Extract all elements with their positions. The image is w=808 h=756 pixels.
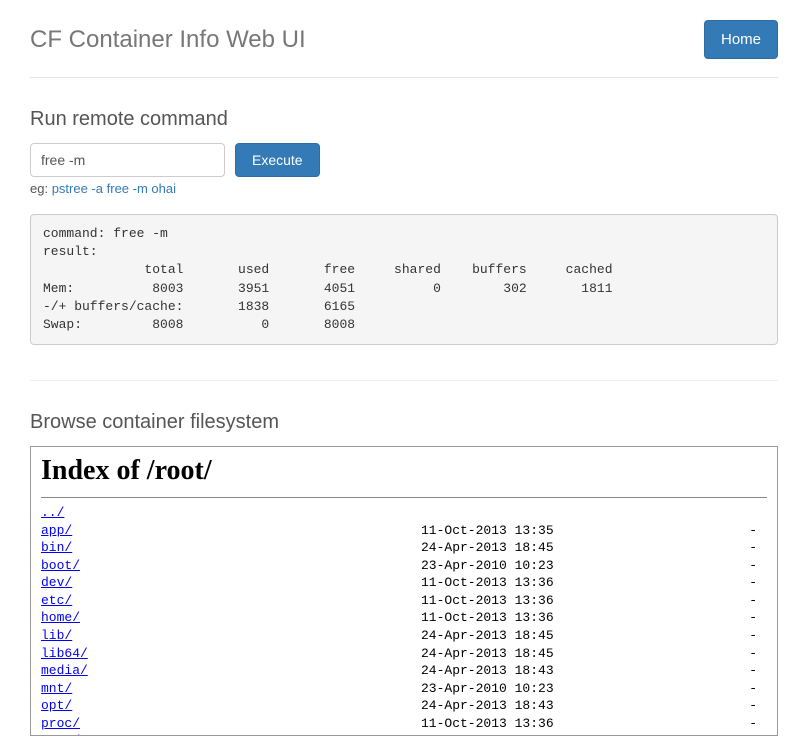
fs-entry-link[interactable]: lib64/ xyxy=(41,646,88,661)
fs-entry-link[interactable]: bin/ xyxy=(41,540,72,555)
fs-entry-size: - xyxy=(581,557,767,575)
fs-entry-link[interactable]: mnt/ xyxy=(41,681,72,696)
fs-entry-size: - xyxy=(581,732,767,736)
command-input[interactable] xyxy=(30,143,225,177)
page-header: CF Container Info Web UI Home xyxy=(30,20,778,78)
fs-row: boot/23-Apr-2010 10:23- xyxy=(41,557,767,575)
fs-entry-link[interactable]: root/ xyxy=(41,733,80,736)
fs-entry-date: 24-Apr-2013 18:45 xyxy=(421,645,581,663)
command-form: Execute xyxy=(30,143,778,177)
fs-entry-size: - xyxy=(581,627,767,645)
fs-entry-size: - xyxy=(581,539,767,557)
fs-entry-date: 23-Apr-2010 10:23 xyxy=(421,680,581,698)
fs-entry-link[interactable]: home/ xyxy=(41,610,80,625)
fs-entry-size: - xyxy=(581,662,767,680)
fs-entry-link[interactable]: ../ xyxy=(41,505,64,520)
fs-entry-size: - xyxy=(581,592,767,610)
run-command-heading: Run remote command xyxy=(30,108,778,131)
fs-row: ../ xyxy=(41,504,767,522)
command-result-box: command: free -m result: total used free… xyxy=(30,214,778,345)
fs-row: bin/24-Apr-2013 18:45- xyxy=(41,539,767,557)
index-title: Index of /root/ xyxy=(41,455,767,487)
fs-row: proc/11-Oct-2013 13:36- xyxy=(41,715,767,733)
fs-entry-link[interactable]: proc/ xyxy=(41,716,80,731)
filesystem-listing: ../app/11-Oct-2013 13:35-bin/24-Apr-2013… xyxy=(41,504,767,736)
fs-entry-link[interactable]: boot/ xyxy=(41,558,80,573)
fs-entry-date: 23-Apr-2010 10:23 xyxy=(421,557,581,575)
fs-row: lib/24-Apr-2013 18:45- xyxy=(41,627,767,645)
fs-row: etc/11-Oct-2013 13:36- xyxy=(41,592,767,610)
fs-row: lib64/24-Apr-2013 18:45- xyxy=(41,645,767,663)
fs-entry-date: 24-Apr-2013 18:44 xyxy=(421,732,581,736)
fs-entry-date: 11-Oct-2013 13:36 xyxy=(421,715,581,733)
fs-entry-date xyxy=(421,504,581,522)
fs-entry-link[interactable]: app/ xyxy=(41,523,72,538)
fs-entry-date: 11-Oct-2013 13:35 xyxy=(421,522,581,540)
fs-entry-date: 11-Oct-2013 13:36 xyxy=(421,592,581,610)
command-result-output: command: free -m result: total used free… xyxy=(43,225,765,334)
example-text: eg: pstree -a free -m ohai xyxy=(30,181,778,196)
execute-button[interactable]: Execute xyxy=(235,143,320,177)
example-link-ohai[interactable]: ohai xyxy=(151,181,176,196)
fs-row: root/24-Apr-2013 18:44- xyxy=(41,732,767,736)
fs-entry-size xyxy=(581,504,767,522)
fs-entry-date: 24-Apr-2013 18:43 xyxy=(421,662,581,680)
fs-row: app/11-Oct-2013 13:35- xyxy=(41,522,767,540)
fs-row: opt/24-Apr-2013 18:43- xyxy=(41,697,767,715)
filesystem-panel: Index of /root/ ../ app/11-Oct-2013 13:35… xyxy=(30,446,778,736)
browse-fs-heading: Browse container filesystem xyxy=(30,411,778,434)
fs-entry-date: 11-Oct-2013 13:36 xyxy=(421,609,581,627)
fs-entry-size: - xyxy=(581,522,767,540)
section-divider xyxy=(30,380,778,381)
brand-title: CF Container Info Web UI xyxy=(30,26,306,54)
fs-entry-size: - xyxy=(581,697,767,715)
fs-entry-size: - xyxy=(581,715,767,733)
fs-entry-link[interactable]: etc/ xyxy=(41,593,72,608)
example-prefix: eg: xyxy=(30,181,52,196)
fs-entry-link[interactable]: opt/ xyxy=(41,698,72,713)
fs-entry-link[interactable]: lib/ xyxy=(41,628,72,643)
fs-row: mnt/23-Apr-2010 10:23- xyxy=(41,680,767,698)
fs-entry-size: - xyxy=(581,645,767,663)
fs-row: home/11-Oct-2013 13:36- xyxy=(41,609,767,627)
fs-entry-date: 24-Apr-2013 18:45 xyxy=(421,627,581,645)
fs-row: media/24-Apr-2013 18:43- xyxy=(41,662,767,680)
fs-entry-size: - xyxy=(581,609,767,627)
fs-entry-size: - xyxy=(581,680,767,698)
index-divider xyxy=(41,497,767,498)
fs-entry-link[interactable]: media/ xyxy=(41,663,88,678)
fs-row: dev/11-Oct-2013 13:36- xyxy=(41,574,767,592)
fs-entry-link[interactable]: dev/ xyxy=(41,575,72,590)
fs-entry-date: 24-Apr-2013 18:43 xyxy=(421,697,581,715)
home-button[interactable]: Home xyxy=(704,20,778,59)
fs-entry-date: 24-Apr-2013 18:45 xyxy=(421,539,581,557)
example-link-pstree[interactable]: pstree -a xyxy=(52,181,103,196)
example-link-free[interactable]: free -m xyxy=(107,181,148,196)
fs-entry-size: - xyxy=(581,574,767,592)
fs-entry-date: 11-Oct-2013 13:36 xyxy=(421,574,581,592)
